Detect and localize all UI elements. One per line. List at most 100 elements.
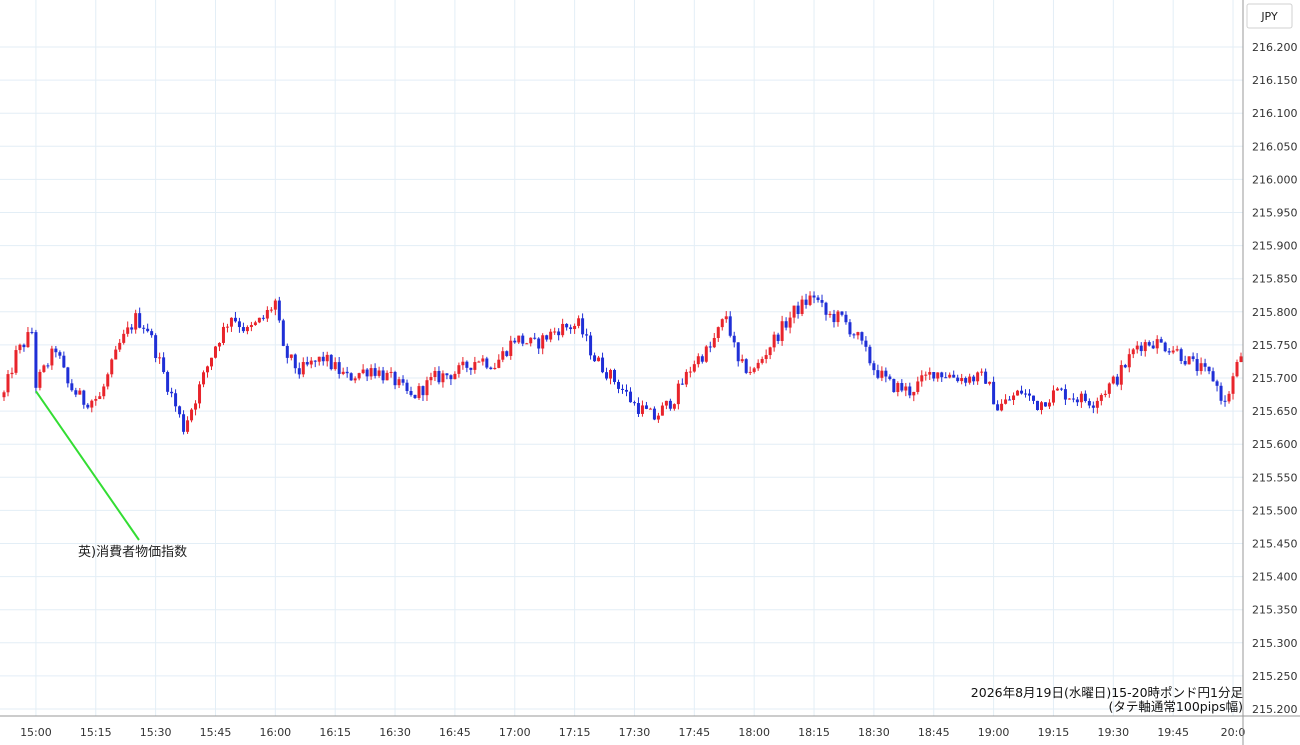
candle-body bbox=[808, 295, 812, 305]
y-tick-label: 215.200 bbox=[1252, 703, 1298, 716]
candle-body bbox=[1075, 399, 1079, 403]
candle-body bbox=[816, 297, 820, 301]
candle-body bbox=[170, 391, 174, 394]
candle-body bbox=[429, 377, 433, 381]
candle-body bbox=[696, 356, 700, 365]
candle-body bbox=[940, 372, 944, 378]
candle-body bbox=[628, 391, 632, 403]
x-tick-label: 15:00 bbox=[20, 726, 52, 739]
candle-body bbox=[1175, 349, 1179, 351]
candlestick-chart: 216.200 216.150 216.100 216.050 216.000 215.9… bbox=[0, 0, 1300, 745]
candle-body bbox=[305, 362, 309, 365]
candle-body bbox=[389, 371, 393, 373]
candle-body bbox=[473, 362, 477, 370]
candle-body bbox=[533, 337, 537, 339]
x-tick-label: 19:15 bbox=[1038, 726, 1070, 739]
candle-body bbox=[409, 391, 413, 395]
candle-body bbox=[804, 299, 808, 305]
candle-body bbox=[1032, 395, 1036, 401]
candle-body bbox=[98, 396, 102, 399]
candle-body bbox=[102, 386, 106, 397]
candles bbox=[2, 291, 1243, 435]
candle-body bbox=[836, 311, 840, 323]
candle-body bbox=[30, 332, 34, 334]
candle-body bbox=[297, 368, 301, 375]
candle-body bbox=[664, 400, 668, 406]
candle-body bbox=[848, 322, 852, 335]
x-tick-label: 18:15 bbox=[798, 726, 830, 739]
candle-body bbox=[1207, 366, 1211, 372]
candle-body bbox=[928, 372, 932, 375]
candle-body bbox=[988, 381, 992, 384]
candle-body bbox=[333, 362, 337, 370]
candle-body bbox=[1035, 400, 1039, 410]
candle-body bbox=[980, 371, 984, 373]
candle-body bbox=[449, 375, 453, 380]
candle-body bbox=[277, 300, 281, 321]
candle-body bbox=[269, 309, 273, 311]
candle-body bbox=[880, 370, 884, 378]
candle-body bbox=[321, 356, 325, 362]
x-tick-label: 17:30 bbox=[619, 726, 651, 739]
candle-body bbox=[233, 317, 237, 322]
candle-body bbox=[1183, 361, 1187, 365]
candle-body bbox=[1147, 342, 1151, 346]
candle-body bbox=[792, 305, 796, 318]
candle-body bbox=[182, 414, 186, 432]
candle-body bbox=[1191, 356, 1195, 360]
y-tick-label: 216.000 bbox=[1252, 173, 1298, 186]
candle-body bbox=[138, 313, 142, 328]
candle-body bbox=[577, 318, 581, 326]
candle-body bbox=[1223, 400, 1227, 402]
candle-body bbox=[401, 379, 405, 383]
candle-body bbox=[86, 404, 90, 408]
candle-body bbox=[1095, 400, 1099, 408]
candle-body bbox=[1211, 371, 1215, 382]
candle-body bbox=[361, 369, 365, 374]
candle-body bbox=[856, 332, 860, 336]
candle-body bbox=[644, 405, 648, 409]
candle-body bbox=[497, 359, 501, 368]
candle-body bbox=[166, 372, 170, 392]
candle-body bbox=[1099, 395, 1103, 401]
candle-body bbox=[676, 383, 680, 405]
x-tick-label: 16:45 bbox=[439, 726, 471, 739]
candle-body bbox=[864, 340, 868, 347]
candle-body bbox=[365, 369, 369, 377]
candle-body bbox=[1139, 345, 1143, 352]
candle-body bbox=[1143, 342, 1147, 352]
candle-body bbox=[692, 364, 696, 372]
candle-body bbox=[521, 335, 525, 344]
candle-body bbox=[118, 342, 122, 350]
candle-body bbox=[688, 371, 692, 373]
candle-body bbox=[760, 359, 764, 363]
candle-body bbox=[712, 337, 716, 348]
candle-body bbox=[341, 371, 345, 374]
candle-body bbox=[329, 354, 333, 370]
candle-body bbox=[992, 381, 996, 405]
candle-body bbox=[158, 357, 162, 359]
candle-body bbox=[385, 372, 389, 381]
axes: 216.200 216.150 216.100 216.050 216.000 215.9… bbox=[0, 0, 1300, 745]
candle-body bbox=[776, 334, 780, 342]
candle-body bbox=[1055, 388, 1059, 391]
candle-body bbox=[936, 372, 940, 379]
candle-body bbox=[812, 295, 816, 298]
candle-body bbox=[237, 321, 241, 328]
candle-body bbox=[1155, 339, 1159, 349]
candle-body bbox=[90, 400, 94, 408]
x-tick-label: 18:30 bbox=[858, 726, 890, 739]
candle-body bbox=[996, 404, 1000, 411]
candle-body bbox=[18, 344, 22, 351]
candle-body bbox=[1163, 342, 1167, 352]
candle-body bbox=[968, 376, 972, 383]
candle-body bbox=[752, 368, 756, 372]
x-tick-label: 18:45 bbox=[918, 726, 950, 739]
candle-body bbox=[732, 335, 736, 343]
candle-body bbox=[66, 367, 70, 384]
candle-body bbox=[828, 313, 832, 315]
candle-body bbox=[884, 370, 888, 377]
candle-body bbox=[249, 325, 253, 328]
y-tick-label: 215.600 bbox=[1252, 438, 1298, 451]
candle-body bbox=[253, 322, 257, 326]
